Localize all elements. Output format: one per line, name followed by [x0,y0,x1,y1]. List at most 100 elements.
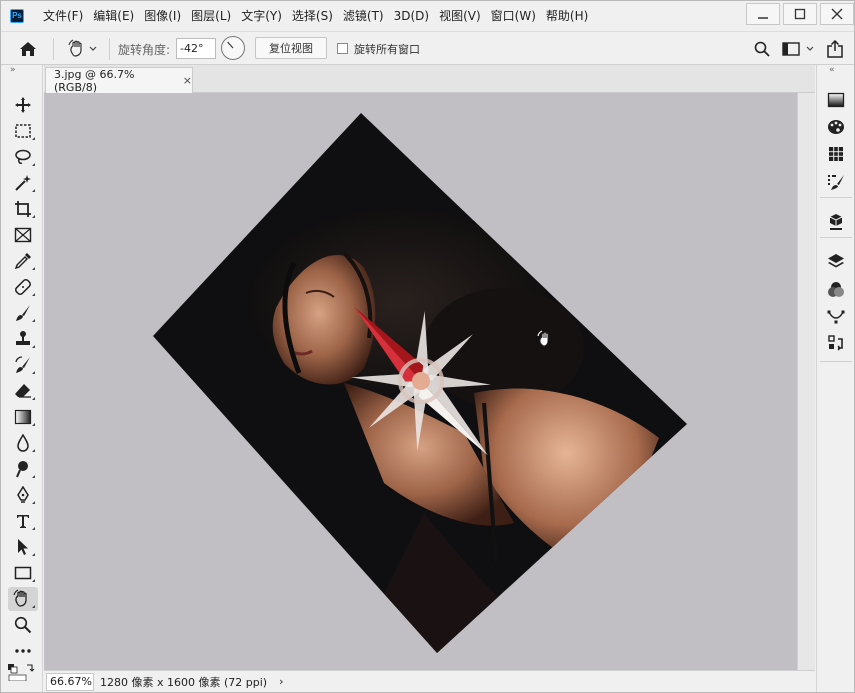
type-tool[interactable] [8,509,38,533]
share-button[interactable] [824,37,846,61]
rotate-hand-icon [68,39,82,57]
menu-view[interactable]: 视图(V) [434,1,486,31]
menu-image[interactable]: 图像(I) [139,1,186,31]
frame-tool[interactable] [8,223,38,247]
brush-settings-panel-button[interactable] [824,171,848,193]
divider [53,38,54,60]
crop-tool[interactable] [8,197,38,221]
magic-wand-icon [15,175,31,191]
gradient-panel-icon [827,92,845,108]
search-button[interactable] [751,37,773,61]
properties-panel-button[interactable] [824,333,848,355]
reset-view-button[interactable]: 复位视图 [255,37,327,59]
expand-panels-toggle[interactable]: « [829,65,835,75]
history-brush-icon [15,356,30,373]
menu-layer[interactable]: 图层(L) [186,1,236,31]
grid-icon [829,147,843,161]
dodge-tool[interactable] [8,457,38,481]
clone-stamp-tool[interactable] [8,327,38,351]
frame-icon [14,227,32,243]
document-info: 1280 像素 x 1600 像素 (72 ppi) [100,675,268,689]
channels-panel-button[interactable] [824,279,848,301]
menu-filter[interactable]: 滤镜(T) [338,1,389,31]
compass-center [412,372,430,390]
patterns-panel-button[interactable] [824,143,848,165]
options-bar: 旋转角度: 复位视图 旋转所有窗口 [1,31,854,65]
history-brush-tool[interactable] [8,353,38,377]
divider [820,197,852,198]
tab-close-button[interactable]: × [183,74,192,87]
zoom-level-field[interactable]: 66.67% [46,672,94,691]
status-bar: 66.67% 1280 像素 x 1600 像素 (72 ppi) › [44,670,815,692]
panel-dock: « [816,65,854,692]
menu-type[interactable]: 文字(Y) [236,1,287,31]
layers-panel-button[interactable] [824,251,848,273]
move-tool[interactable] [8,93,38,117]
rectangle-tool[interactable] [8,561,38,585]
swatches-panel-button[interactable] [824,116,848,138]
eraser-icon [15,384,31,398]
menu-window[interactable]: 窗口(W) [486,1,541,31]
eraser-tool[interactable] [8,379,38,403]
brush-tool[interactable] [8,301,38,325]
rotate-all-windows-checkbox[interactable] [337,43,348,54]
zoom-tool[interactable] [8,613,38,637]
rotation-angle-input[interactable] [176,38,216,59]
marquee-tool[interactable] [8,119,38,143]
move-icon [15,97,31,113]
document-tab[interactable]: 3.jpg @ 66.7%(RGB/8) × [45,67,193,94]
minimize-button[interactable] [746,3,780,25]
stamp-icon [16,331,30,345]
path-selection-tool[interactable] [8,535,38,559]
document-tab-title: 3.jpg @ 66.7%(RGB/8) [54,67,135,94]
paths-panel-button[interactable] [824,306,848,328]
window-controls [743,3,854,25]
type-icon [17,515,29,528]
rect-marquee-icon [15,124,31,138]
magic-wand-tool[interactable] [8,171,38,195]
photoshop-window: Ps 文件(F) 编辑(E) 图像(I) 图层(L) 文字(Y) 选择(S) 滤… [0,0,855,693]
maximize-button[interactable] [783,3,817,25]
rotate-view-tool[interactable] [8,587,38,611]
close-icon [831,8,843,20]
more-tools-button[interactable] [8,639,38,663]
share-icon [827,40,843,58]
workspace-icon [782,42,800,56]
healing-brush-tool[interactable] [8,275,38,299]
search-icon [754,41,770,57]
lasso-tool[interactable] [8,145,38,169]
rotation-angle-label: 旋转角度: [118,43,171,57]
eyedropper-icon [14,253,31,270]
tool-preset-picker[interactable] [61,37,103,61]
gradient-tool[interactable] [8,405,38,429]
status-menu-button[interactable]: › [279,675,283,688]
close-button[interactable] [820,3,854,25]
eyedropper-tool[interactable] [8,249,38,273]
menu-select[interactable]: 选择(S) [287,1,338,31]
canvas-view [153,113,687,653]
home-button[interactable] [11,37,45,61]
chevron-down-icon [806,46,814,51]
pen-tool[interactable] [8,483,38,507]
menu-file[interactable]: 文件(F) [38,1,88,31]
blur-tool[interactable] [8,431,38,455]
menu-3d[interactable]: 3D(D) [389,1,434,31]
gradient-icon [14,409,32,425]
divider [820,361,852,362]
vertical-scrollbar[interactable] [797,93,815,670]
collapse-toolbar-toggle[interactable]: » [10,65,16,75]
menu-edit[interactable]: 编辑(E) [88,1,139,31]
rotation-dial[interactable] [221,36,245,60]
maximize-icon [794,8,806,20]
canvas-area[interactable] [44,93,797,670]
menu-help[interactable]: 帮助(H) [541,1,593,31]
channels-icon [828,282,844,297]
color-swatches[interactable] [7,663,37,682]
menu-bar: Ps 文件(F) 编辑(E) 图像(I) 图层(L) 文字(Y) 选择(S) 滤… [1,1,854,31]
gradient-panel-button[interactable] [824,89,848,111]
libraries-panel-button[interactable] [824,211,848,233]
workspace-switcher[interactable] [781,37,815,61]
paths-icon [827,310,845,324]
zoom-icon [14,616,32,634]
layers-icon [828,254,844,268]
